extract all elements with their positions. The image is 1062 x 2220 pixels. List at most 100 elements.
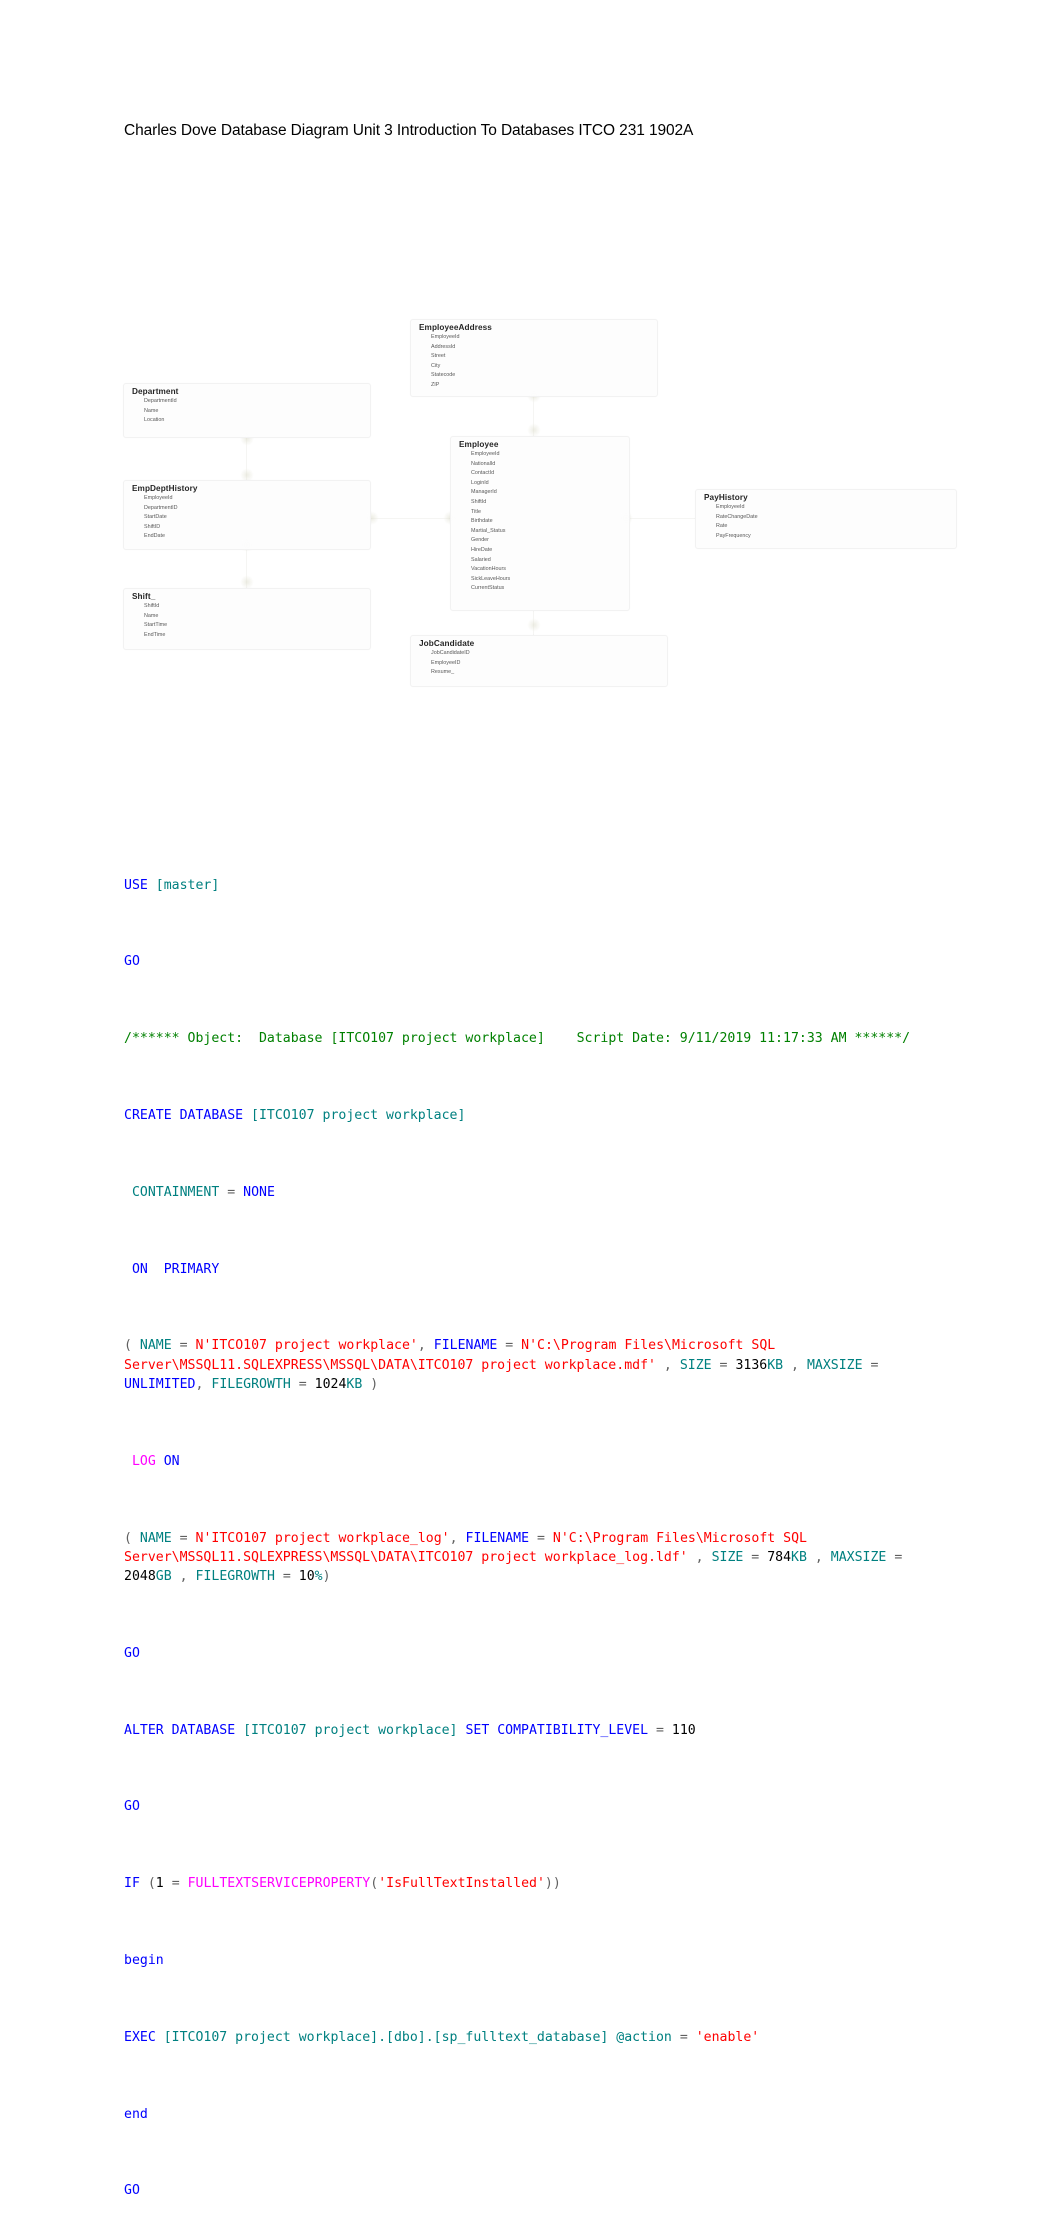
sql-comment: Script Date: 9/11/2019 11:17:33 AM *****… <box>544 1031 911 1047</box>
er-field: City <box>431 362 441 369</box>
sql-punct: , <box>195 1376 204 1392</box>
er-field: Resume_ <box>431 669 455 676</box>
sql-keyword: GO <box>124 1799 140 1815</box>
sql-comment: /****** Object: Database <box>124 1031 331 1047</box>
sql-line: USE [master] <box>124 876 924 895</box>
sql-number: 1 <box>155 1876 164 1892</box>
sql-punct: , <box>417 1338 426 1354</box>
er-field: EndTime <box>144 631 166 638</box>
sql-keyword: GO <box>124 1645 140 1661</box>
er-field: StartDate <box>144 514 167 521</box>
er-field: VacationHours <box>471 566 506 573</box>
er-field: AddressId <box>431 343 456 350</box>
sql-code-block: USE [master] GO /****** Object: Database… <box>124 818 924 2220</box>
sql-punct: ) <box>552 1876 561 1892</box>
sql-punct: , <box>791 1357 799 1373</box>
sql-keyword: GO <box>124 954 140 970</box>
sql-line: ALTER DATABASE [ITCO107 project workplac… <box>124 1721 924 1740</box>
sql-function: FULLTEXTSERVICEPROPERTY <box>187 1876 371 1892</box>
er-field: HireDate <box>471 546 493 553</box>
sql-number: 1024 <box>314 1376 347 1392</box>
er-field: Name <box>144 407 159 414</box>
er-field: ShiftID <box>144 523 161 530</box>
sql-operator: = <box>656 1722 664 1738</box>
er-table-employee[interactable]: Employee EmployeeId NationalId ContactId… <box>450 436 630 611</box>
er-field: Title <box>471 508 481 515</box>
relationship-marker <box>240 575 254 589</box>
sql-keyword: SIZE <box>679 1357 712 1373</box>
sql-keyword: EXEC <box>124 2029 156 2045</box>
er-field: DepartmentID <box>144 504 178 511</box>
sql-line: ON PRIMARY <box>124 1260 924 1279</box>
sql-parameter: @action <box>616 2029 672 2045</box>
er-field: StartTime <box>144 622 168 629</box>
er-table-title: EmpDeptHistory <box>132 484 198 493</box>
er-table-payhistory[interactable]: PayHistory EmployeeId RateChangeDate Rat… <box>695 489 957 549</box>
sql-identifier: [ITCO107 project workplace].[dbo].[sp_fu… <box>163 2029 609 2045</box>
page-title: Charles Dove Database Diagram Unit 3 Int… <box>124 122 694 139</box>
sql-keyword: SIZE <box>711 1549 744 1565</box>
sql-line: GO <box>124 1644 924 1663</box>
sql-punct: ) <box>370 1376 379 1392</box>
sql-operator: = <box>179 1338 188 1354</box>
er-table-title: JobCandidate <box>419 639 475 648</box>
sql-operator: = <box>171 1876 180 1892</box>
sql-keyword: NONE <box>243 1184 275 1200</box>
er-table-empdepthistory[interactable]: EmpDeptHistory EmployeeId DepartmentID S… <box>123 480 371 550</box>
sql-line: CONTAINMENT = NONE <box>124 1183 924 1202</box>
er-field: ShiftId <box>471 498 487 505</box>
sql-keyword: MAXSIZE <box>806 1357 863 1373</box>
er-table-department[interactable]: Department DepartmentId Name Location <box>123 383 371 438</box>
sql-operator: = <box>537 1530 545 1546</box>
er-table-jobcandidate[interactable]: JobCandidate JobCandidateID EmployeeID R… <box>410 635 668 687</box>
er-field: EmployeeId <box>471 451 500 457</box>
sql-line: LOG ON <box>124 1452 924 1471</box>
sql-identifier: [ITCO107 project workplace] <box>251 1108 466 1124</box>
sql-comment: [ITCO107 project workplace] <box>330 1031 545 1047</box>
sql-line: begin <box>124 1951 924 1970</box>
sql-unit: % <box>314 1568 323 1584</box>
sql-keyword: UNLIMITED <box>124 1376 196 1392</box>
sql-keyword: FILEGROWTH <box>211 1376 291 1392</box>
er-field-list: ShiftId Name StartTime EndTime <box>124 602 370 644</box>
er-field: JobCandidateID <box>431 650 470 656</box>
er-field: ShiftId <box>144 603 160 609</box>
er-field: RateChangeDate <box>716 513 758 520</box>
sql-keyword: ON <box>124 1261 148 1277</box>
er-field: LoginId <box>471 479 489 486</box>
sql-operator: = <box>282 1568 291 1584</box>
er-field-list: DepartmentId Name Location <box>124 397 370 430</box>
sql-keyword: GO <box>124 2183 140 2199</box>
sql-operator: = <box>870 1357 879 1373</box>
er-table-shift[interactable]: Shift_ ShiftId Name StartTime EndTime <box>123 588 371 650</box>
er-field: SickLeaveHours <box>471 575 511 582</box>
er-field: Rate <box>716 523 728 530</box>
er-table-title: EmployeeAddress <box>419 323 492 332</box>
sql-keyword: LOG <box>124 1453 156 1469</box>
sql-line: EXEC [ITCO107 project workplace].[dbo].[… <box>124 2028 924 2047</box>
sql-punct: ( <box>370 1876 379 1892</box>
er-field: EndDate <box>144 533 165 540</box>
er-field: EmployeeId <box>716 504 745 510</box>
er-field-list: EmployeeId RateChangeDate Rate PayFreque… <box>696 503 956 545</box>
er-field: Gender <box>471 537 489 544</box>
sql-number: 784 <box>767 1549 792 1565</box>
sql-line: GO <box>124 2181 924 2200</box>
sql-punct: , <box>449 1530 458 1546</box>
sql-punct: ( <box>124 1338 132 1354</box>
sql-keyword: USE <box>124 877 148 893</box>
er-field: Street <box>431 353 446 360</box>
er-field: EmployeeID <box>431 659 461 666</box>
sql-number: 10 <box>298 1568 315 1584</box>
sql-operator: = <box>894 1549 903 1565</box>
er-table-title: PayHistory <box>704 493 748 502</box>
er-table-title: Shift_ <box>132 592 156 601</box>
sql-keyword: CREATE DATABASE <box>124 1108 244 1124</box>
er-field: ZIP <box>431 381 440 388</box>
er-table-employeeaddress[interactable]: EmployeeAddress EmployeeId AddressId Str… <box>410 319 658 397</box>
er-field: Birthdate <box>471 518 493 525</box>
sql-line: GO <box>124 952 924 971</box>
sql-keyword: ON <box>163 1453 180 1469</box>
sql-punct: , <box>179 1568 188 1584</box>
sql-number: 2048 <box>124 1568 156 1584</box>
